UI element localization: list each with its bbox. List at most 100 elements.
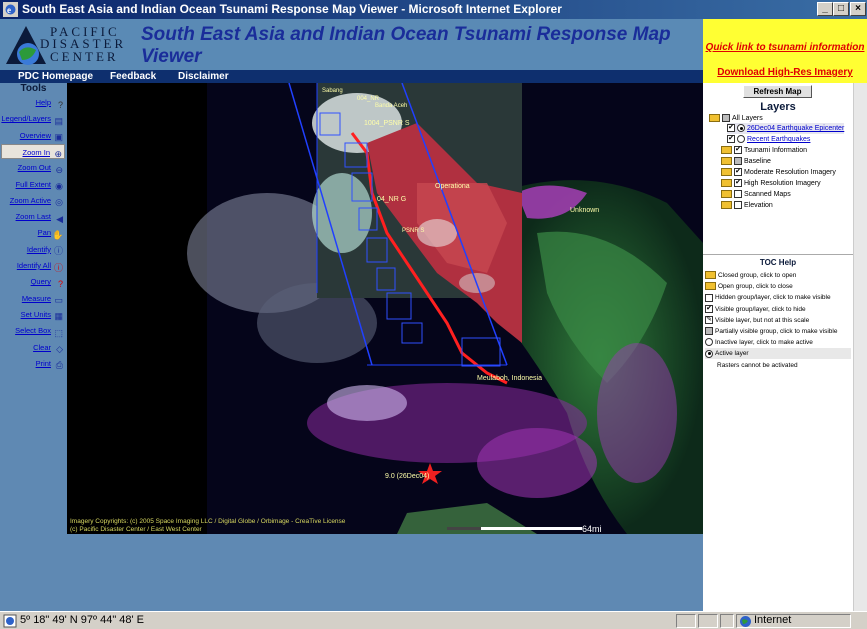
tool-identify-all[interactable]: Identify All ⓘ: [1, 258, 65, 273]
status-segment-1: [676, 614, 696, 628]
toc-help-text: Hidden group/layer, click to make visibl…: [715, 294, 831, 302]
tool-clear[interactable]: Clear ◇: [1, 340, 65, 355]
tool-overview[interactable]: Overview ▣: [1, 128, 65, 143]
page-done-icon: [3, 614, 17, 628]
layer-label: Moderate Resolution Imagery: [744, 169, 836, 176]
layer-visibility-checkbox[interactable]: [722, 114, 730, 123]
layer-moderate-resolution-imagery[interactable]: ✔ Moderate Resolution Imagery: [721, 167, 836, 178]
tool-set-units[interactable]: Set Units ▦: [1, 307, 65, 322]
status-segment-3: [720, 614, 734, 628]
folder-icon[interactable]: [721, 146, 732, 155]
layer-elevation[interactable]: Elevation: [721, 200, 773, 211]
layer-label: Tsunami Information: [744, 147, 808, 154]
layer-visibility-checkbox[interactable]: ✔: [727, 135, 735, 144]
minimize-button[interactable]: _: [817, 2, 833, 16]
refresh-map-button[interactable]: Refresh Map: [743, 85, 812, 98]
folder-icon[interactable]: [709, 114, 720, 123]
layer-visibility-checkbox[interactable]: [734, 190, 742, 199]
tool-zoom-last[interactable]: Zoom Last ◀: [1, 209, 65, 224]
layer-visibility-checkbox[interactable]: ✔: [734, 179, 742, 188]
tool-legend-layers[interactable]: Legend/Layers ▤: [1, 111, 65, 126]
tool-zoom-out[interactable]: Zoom Out ⊖: [1, 160, 65, 175]
internet-explorer-icon: e: [3, 2, 18, 17]
folder-icon[interactable]: [721, 157, 732, 166]
closed-folder-icon: [705, 271, 716, 280]
layer-tsunami-information[interactable]: ✔ Tsunami Information: [721, 145, 807, 156]
tool-label: Measure: [21, 293, 51, 303]
layer-active-radio[interactable]: [737, 124, 745, 133]
toc-help-text: Open group, click to close: [718, 283, 793, 291]
folder-icon[interactable]: [721, 168, 732, 177]
quick-link-tsunami[interactable]: Quick link to tsunami information: [703, 42, 867, 53]
map-viewport[interactable]: 1004_PSNR S 04_NR G 004_NR PSNR S Operat…: [67, 83, 703, 534]
overview-icon: ▣: [54, 132, 63, 143]
tool-query[interactable]: Query?: [1, 274, 65, 289]
map-label-psnr: 1004_PSNR S: [364, 120, 410, 127]
select-box-icon: ⬚: [54, 327, 63, 338]
layers-title: Layers: [760, 101, 796, 113]
page-title: South East Asia and Indian Ocean Tsunami…: [141, 24, 671, 67]
layer-visibility-checkbox[interactable]: [734, 157, 742, 166]
layer-recent-earthquakes[interactable]: ✔ Recent Earthquakes: [727, 134, 810, 145]
tool-zoom-in[interactable]: Zoom In ⊕: [1, 143, 65, 160]
layers-scrollbar[interactable]: [853, 83, 867, 611]
folder-icon[interactable]: [721, 179, 732, 188]
status-segment-2: [698, 614, 718, 628]
checkbox-icon: [705, 327, 713, 336]
map-label-banda: Banda Aceh: [375, 103, 408, 109]
layer-high-resolution-imagery[interactable]: ✔ High Resolution Imagery: [721, 178, 821, 189]
tool-zoom-active[interactable]: Zoom Active ◎: [1, 193, 65, 208]
map-copyright-1: Imagery Copyrights: (c) 2005 Space Imagi…: [70, 518, 346, 525]
map-label-epicenter: 9.0 (26Dec04): [385, 473, 430, 480]
tool-label: Overview: [19, 130, 51, 140]
layers-divider: [703, 254, 853, 255]
layer-baseline[interactable]: Baseline: [721, 156, 771, 167]
tool-print[interactable]: Print ⎙: [1, 356, 65, 371]
radio-on-icon: [705, 349, 713, 358]
map-label-sabang: Sabang: [322, 88, 343, 94]
nav-feedback[interactable]: Feedback: [110, 70, 156, 83]
zoom-in-icon: ⊕: [54, 149, 62, 160]
toc-help-row: Closed group, click to open: [705, 270, 796, 281]
maximize-button[interactable]: □: [833, 2, 849, 16]
layer-active-radio[interactable]: [737, 135, 745, 144]
units-icon: ▦: [54, 311, 63, 322]
layer-label: Elevation: [744, 202, 773, 209]
folder-icon[interactable]: [721, 190, 732, 199]
tool-pan[interactable]: Pan✋: [1, 225, 65, 240]
toc-help-row: Inactive layer, click to make active: [705, 337, 813, 348]
layer-scanned-maps[interactable]: Scanned Maps: [721, 189, 791, 200]
layer-label[interactable]: 26Dec04 Earthquake Epicenter: [747, 125, 844, 132]
tool-label: Pan: [37, 228, 51, 238]
download-hires-link[interactable]: Download High-Res Imagery: [703, 67, 867, 78]
layer-label: All Layers: [732, 115, 763, 122]
tool-label: Set Units: [20, 309, 51, 319]
layer-26dec04-earthquake-epicenter[interactable]: ✔ 26Dec04 Earthquake Epicenter: [727, 123, 845, 134]
zoom-out-icon: ⊖: [55, 164, 63, 175]
legend-icon: ▤: [54, 115, 63, 126]
tool-help[interactable]: Help?: [1, 95, 65, 110]
tool-identify[interactable]: Identify ⓘ: [1, 242, 65, 257]
tool-full-extent[interactable]: Full Extent ◉: [1, 177, 65, 192]
layer-visibility-checkbox[interactable]: [734, 201, 742, 210]
close-button[interactable]: ×: [850, 2, 866, 16]
tool-measure[interactable]: Measure ▭: [1, 291, 65, 306]
toc-help-text: Inactive layer, click to make active: [715, 339, 813, 347]
internet-zone-icon: [740, 616, 751, 627]
layer-label[interactable]: Recent Earthquakes: [747, 136, 810, 143]
tool-select-box[interactable]: Select Box ⬚: [1, 323, 65, 338]
nav-disclaimer[interactable]: Disclaimer: [178, 70, 229, 83]
toc-help-row: Partially visible group, click to make v…: [705, 326, 837, 337]
window-title: South East Asia and Indian Ocean Tsunami…: [22, 2, 562, 16]
info-icon: ⓘ: [53, 246, 63, 257]
layer-visibility-checkbox[interactable]: ✔: [727, 124, 735, 133]
open-folder-icon: [705, 282, 716, 291]
folder-icon[interactable]: [721, 201, 732, 210]
toc-help-title: TOC Help: [759, 258, 797, 267]
layer-visibility-checkbox[interactable]: ✔: [734, 168, 742, 177]
pdc-logo[interactable]: PACIFIC DISASTER CENTER: [4, 22, 140, 68]
tool-label: Clear: [33, 342, 51, 352]
layer-visibility-checkbox[interactable]: ✔: [734, 146, 742, 155]
checkbox-icon: [705, 293, 713, 302]
nav-pdc-homepage[interactable]: PDC Homepage: [18, 70, 93, 83]
